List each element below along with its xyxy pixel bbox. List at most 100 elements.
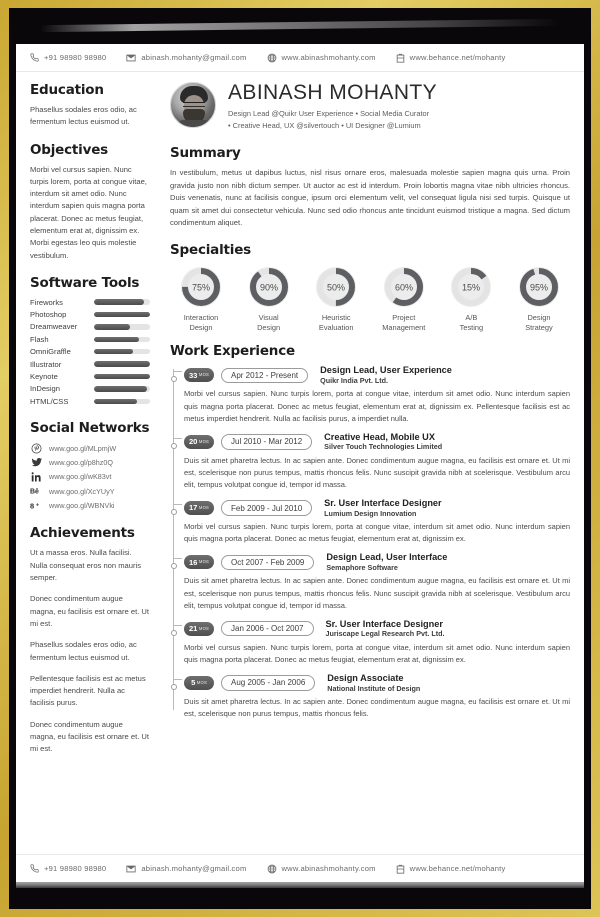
achievements-heading: Achievements <box>30 525 135 542</box>
specialty-donut: 15% A/B Testing <box>440 265 502 333</box>
specialty-donut: 75% Interaction Design <box>170 265 232 333</box>
job-organization: Juriscape Legal Research Pvt. Ltd. <box>325 629 445 639</box>
svg-text:50%: 50% <box>327 282 345 292</box>
footer-contact-email: abinash.mohanty@gmail.com <box>126 864 246 874</box>
googleplus-icon: 8 + <box>30 500 43 511</box>
duration-unit: MOS <box>198 625 210 631</box>
achievement-paragraph: Pellentesque facilisis est ac metus impe… <box>30 673 146 708</box>
duration-badge: 20 MOS <box>184 434 214 449</box>
social-network-row[interactable]: Bē www.goo.gl/XcYUyY <box>30 484 150 498</box>
social-networks-list: www.goo.gl/MLpmjW www.goo.gl/p8hz0Q www.go… <box>30 441 150 512</box>
software-tool-label: HTML/CSS <box>30 396 69 406</box>
social-network-row[interactable]: www.goo.gl/p8hz0Q <box>30 456 150 470</box>
social-network-row[interactable]: www.goo.gl/MLpmjW <box>30 441 150 455</box>
timeline-node <box>170 376 177 383</box>
achievement-paragraph: Donec condimentum augue magna, eu facili… <box>30 594 150 628</box>
software-tool-label: Keynote <box>30 372 58 381</box>
job-organization: Semaphore Software <box>326 563 398 572</box>
job-description: Morbi vel cursus sapien. Nunc turpis lor… <box>184 642 570 664</box>
achievement-paragraph: Ut a massa eros. Nulla facilisi. Nulla c… <box>30 548 142 583</box>
footer-website-text: www.abinashmohanty.com <box>281 864 376 873</box>
software-tool-bar-track <box>94 311 150 318</box>
specialty-label: A/B Testing <box>459 312 484 332</box>
footer-portfolio-text: www.behance.net/mohanty <box>409 864 506 873</box>
behance-icon: Bē <box>30 486 43 496</box>
job-organization: National Institute of Design <box>327 683 421 693</box>
twitter-icon <box>30 457 43 468</box>
job-title: Design Lead, User Experience <box>320 365 452 376</box>
donut-chart: 90% <box>248 266 289 307</box>
duration-badge: 16 MOS <box>184 555 214 570</box>
education-section: Education Phasellus sodales eros odio, a… <box>30 82 150 129</box>
globe-icon <box>267 864 277 874</box>
software-tool-bar-track <box>94 299 150 305</box>
timeline-node <box>170 442 177 449</box>
job-title: Sr. User Interface Designer <box>324 498 442 509</box>
footer-phone-text: +91 98980 98980 <box>44 864 107 873</box>
job-description: Duis sit amet pharetra lectus. In ac sap… <box>184 576 570 610</box>
duration-badge: 17 MOS <box>184 501 214 516</box>
social-network-url[interactable]: www.goo.gl/wK83vt <box>49 472 111 481</box>
job-description: Duis sit amet pharetra lectus. In ac sap… <box>184 696 570 719</box>
objectives-section: Objectives Morbi vel cursus sapien. Nunc… <box>30 142 150 262</box>
software-tool-bar-track <box>94 324 150 330</box>
website-text: www.abinashmohanty.com <box>281 53 376 62</box>
software-tool-row: Illustrator <box>30 358 150 370</box>
pinterest-icon <box>30 443 43 454</box>
phone-icon <box>30 53 39 62</box>
job-title: Design Lead, User Interface <box>326 552 448 563</box>
software-tool-bar-fill <box>94 299 145 305</box>
footer-contact-bar: +91 98980 98980 abinash.mohanty@gmail.co… <box>16 854 584 882</box>
achievement-paragraph: Donec condimentum augue magna, eu facili… <box>30 719 150 754</box>
software-tool-row: Fireworks <box>30 296 150 308</box>
specialty-donut: 50% Heuristic Evaluation <box>305 265 367 333</box>
phone-icon <box>30 864 39 873</box>
job-entry: 20 MOS Jul 2010 - Mar 2012 Creative Head, M… <box>173 432 570 491</box>
contact-website: www.abinashmohanty.com <box>267 53 376 63</box>
duration-months: 5 <box>191 678 196 688</box>
svg-text:75%: 75% <box>192 282 210 292</box>
software-tool-label: OmniGraffle <box>30 347 71 357</box>
social-network-url[interactable]: www.goo.gl/XcYUyY <box>49 487 115 496</box>
donut-chart: 50% <box>316 266 357 307</box>
svg-text:95%: 95% <box>530 282 548 292</box>
social-network-url[interactable]: www.goo.gl/MLpmjW <box>49 444 116 453</box>
duration-badge: 5 MOS <box>184 675 214 690</box>
objectives-heading: Objectives <box>30 141 108 158</box>
software-tool-row: Photoshop <box>30 308 150 320</box>
svg-text:+: + <box>36 502 39 508</box>
email-text: abinash.mohanty@gmail.com <box>141 53 247 62</box>
software-tool-label: Photoshop <box>30 310 67 320</box>
specialties-section: Specialties 75% Interaction Design 90% Visua… <box>170 242 570 333</box>
social-network-row[interactable]: 8 + www.goo.gl/WBNVki <box>30 498 150 512</box>
summary-heading: Summary <box>170 144 241 161</box>
software-tools-heading: Software Tools <box>30 274 140 291</box>
education-text: Phasellus sodales eros odio, ac fermentu… <box>30 105 137 127</box>
job-date-range: Jul 2010 - Mar 2012 <box>221 434 313 450</box>
job-title: Sr. User Interface Designer <box>325 618 443 629</box>
software-tool-label: Dreamweaver <box>30 322 78 332</box>
timeline-tick <box>173 371 182 373</box>
specialty-label: Interaction Design <box>183 312 219 332</box>
timeline-node <box>170 629 177 636</box>
globe-icon <box>267 53 277 63</box>
portfolio-text: www.behance.net/mohanty <box>409 53 506 62</box>
software-tool-bar-track <box>94 386 150 392</box>
specialty-donut: 95% Design Strategy <box>508 265 570 333</box>
achievements-section: Achievements Ut a massa eros. Nulla faci… <box>30 525 150 755</box>
job-organization: Silver Touch Technologies Limited <box>324 442 443 452</box>
tagline-line-2: • Creative Head, UX @silvertouch • UI De… <box>228 120 421 130</box>
contact-email: abinash.mohanty@gmail.com <box>126 53 246 63</box>
social-network-url[interactable]: www.goo.gl/WBNVki <box>49 501 115 510</box>
phone-text: +91 98980 98980 <box>44 53 107 62</box>
work-experience-section: Work Experience 33 MOS Apr 2012 - Present D… <box>170 343 570 720</box>
timeline-tick <box>173 624 182 626</box>
envelope-icon <box>126 53 136 63</box>
donut-chart: 15% <box>451 266 492 307</box>
footer-contact-phone: +91 98980 98980 <box>30 864 106 873</box>
job-entry: 16 MOS Oct 2007 - Feb 2009 Design Lead, Use… <box>173 552 570 611</box>
software-tools-list: Fireworks Photoshop Dreamweaver Flash OmniGr… <box>30 296 150 408</box>
specialties-donut-group: 75% Interaction Design 90% Visual Design 50% He… <box>170 265 570 333</box>
social-network-row[interactable]: www.goo.gl/wK83vt <box>30 470 150 484</box>
social-network-url[interactable]: www.goo.gl/p8hz0Q <box>49 458 113 467</box>
